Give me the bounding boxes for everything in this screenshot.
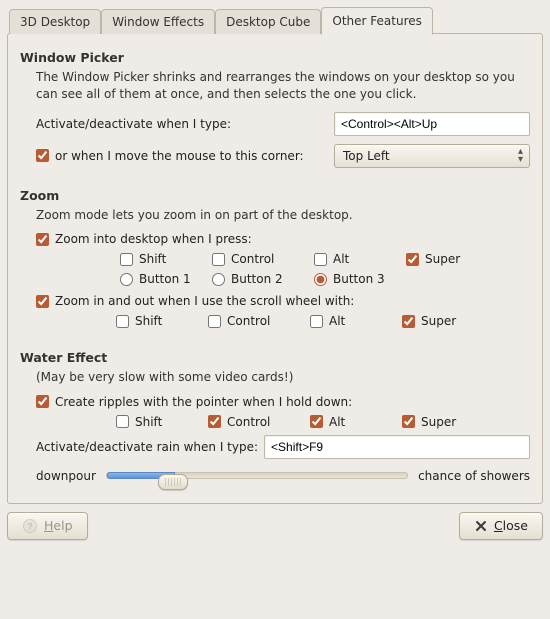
wp-corner-label: or when I move the mouse to this corner: (55, 149, 328, 163)
water-mod-alt[interactable] (310, 415, 323, 428)
zoom-mod-alt[interactable] (314, 253, 327, 266)
mod-label: Shift (135, 415, 162, 429)
water-mod-control[interactable] (208, 415, 221, 428)
water-note: (May be very slow with some video cards!… (36, 369, 530, 386)
wp-activate-label: Activate/deactivate when I type: (36, 117, 328, 131)
slider-label-left: downpour (36, 469, 96, 483)
zoom-into-check[interactable] (36, 233, 49, 246)
zoom-scroll-shift[interactable] (116, 315, 129, 328)
water-mod-shift[interactable] (116, 415, 129, 428)
water-ripples-check[interactable] (36, 395, 49, 408)
mod-label: Alt (329, 314, 345, 328)
section-title-window-picker: Window Picker (20, 50, 530, 65)
section-title-zoom: Zoom (20, 188, 530, 203)
close-button-rest: lose (503, 518, 528, 533)
section-title-water: Water Effect (20, 350, 530, 365)
radio-label: Button 1 (139, 272, 191, 286)
help-button[interactable]: ? Help (7, 512, 88, 540)
tab-label: Desktop Cube (226, 15, 310, 29)
wp-corner-combo[interactable]: Top Left ▴▾ (334, 144, 530, 168)
mod-label: Control (227, 314, 270, 328)
radio-label: Button 3 (333, 272, 385, 286)
zoom-scroll-control[interactable] (208, 315, 221, 328)
help-icon: ? (22, 518, 38, 534)
zoom-scroll-check[interactable] (36, 295, 49, 308)
help-button-rest: elp (53, 518, 72, 533)
zoom-description: Zoom mode lets you zoom in on part of th… (36, 207, 530, 224)
zoom-mod-super[interactable] (406, 253, 419, 266)
help-button-mnemonic: H (44, 518, 53, 533)
tab-3d-desktop[interactable]: 3D Desktop (9, 9, 101, 34)
combo-spin-icon: ▴▾ (518, 148, 523, 164)
mod-label: Alt (329, 415, 345, 429)
zoom-mod-shift[interactable] (120, 253, 133, 266)
water-rain-label: Activate/deactivate rain when I type: (36, 440, 258, 454)
mod-label: Shift (139, 252, 166, 266)
wp-corner-value: Top Left (343, 149, 390, 163)
mod-label: Shift (135, 314, 162, 328)
close-button-mnemonic: C (494, 518, 503, 533)
tab-desktop-cube[interactable]: Desktop Cube (215, 9, 321, 34)
tab-panel-other-features: Window Picker The Window Picker shrinks … (7, 33, 543, 504)
tab-label: Other Features (332, 14, 421, 28)
tab-label: 3D Desktop (20, 15, 90, 29)
slider-label-right: chance of showers (418, 469, 530, 483)
mod-label: Control (227, 415, 270, 429)
zoom-button-3[interactable] (314, 273, 327, 286)
wp-corner-check[interactable] (36, 149, 49, 162)
radio-label: Button 2 (231, 272, 283, 286)
tab-label: Window Effects (112, 15, 204, 29)
zoom-scroll-super[interactable] (402, 315, 415, 328)
zoom-button-1[interactable] (120, 273, 133, 286)
svg-text:?: ? (27, 521, 33, 531)
mod-label: Alt (333, 252, 349, 266)
water-mod-super[interactable] (402, 415, 415, 428)
tab-bar: 3D Desktop Window Effects Desktop Cube O… (9, 6, 543, 33)
tab-other-features[interactable]: Other Features (321, 7, 432, 35)
tab-window-effects[interactable]: Window Effects (101, 9, 215, 34)
zoom-mod-control[interactable] (212, 253, 225, 266)
zoom-button-2[interactable] (212, 273, 225, 286)
window-picker-description: The Window Picker shrinks and rearranges… (36, 69, 530, 104)
mod-label: Super (421, 415, 456, 429)
wp-activate-entry[interactable] (334, 112, 530, 136)
close-button[interactable]: Close (459, 512, 543, 540)
mod-label: Super (425, 252, 460, 266)
zoom-scroll-alt[interactable] (310, 315, 323, 328)
water-ripples-label: Create ripples with the pointer when I h… (55, 395, 352, 409)
rain-slider[interactable] (106, 467, 408, 485)
water-rain-entry[interactable] (264, 435, 530, 459)
close-icon (474, 519, 488, 533)
mod-label: Super (421, 314, 456, 328)
zoom-into-label: Zoom into desktop when I press: (55, 232, 252, 246)
mod-label: Control (231, 252, 274, 266)
zoom-scroll-label: Zoom in and out when I use the scroll wh… (55, 294, 354, 308)
